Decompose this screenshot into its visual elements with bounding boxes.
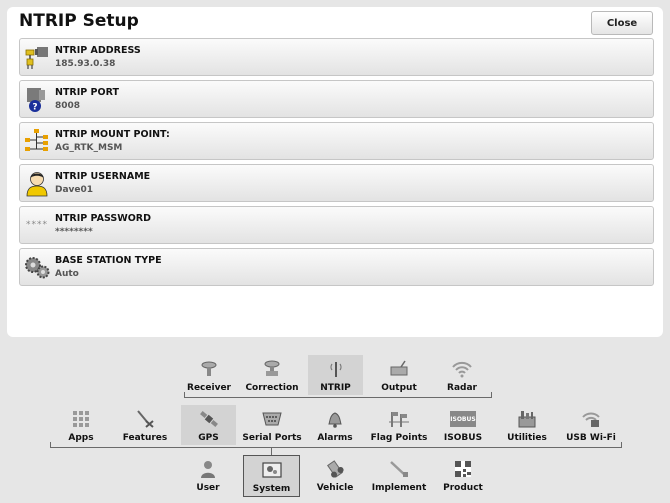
tab-label: ISOBUS [443, 433, 483, 443]
setting-value: Auto [55, 269, 79, 279]
tab-radar[interactable]: Radar [435, 355, 489, 395]
tab-product[interactable]: Product [440, 455, 486, 495]
tab-label: Features [122, 433, 168, 443]
receiver-icon [198, 358, 220, 380]
ntrip-port-row[interactable]: ? NTRIP PORT 8008 [19, 80, 654, 118]
setting-value: Dave01 [55, 185, 94, 195]
gps-submenu-bracket [184, 397, 492, 398]
tab-utilities[interactable]: Utilities [503, 405, 551, 445]
main-menu-bracket [50, 447, 622, 448]
tab-label: Utilities [507, 433, 547, 443]
tab-label: Serial Ports [242, 433, 302, 443]
tab-label: Vehicle [316, 483, 354, 493]
gears-icon [22, 252, 52, 282]
alarm-bell-icon [324, 408, 346, 430]
tab-label: System [252, 484, 291, 494]
setting-value: 8008 [55, 101, 81, 111]
features-tools-icon [134, 408, 156, 430]
setting-label: NTRIP PORT [55, 87, 119, 98]
bracket-end [50, 442, 51, 448]
settings-list: NTRIP ADDRESS 185.93.0.38 ? NTRIP PORT 8… [19, 38, 654, 290]
tab-vehicle[interactable]: Vehicle [312, 455, 358, 495]
tab-label: USB Wi-Fi [566, 433, 616, 443]
setting-label: BASE STATION TYPE [55, 255, 162, 266]
tab-flag-points[interactable]: Flag Points [370, 405, 428, 445]
tab-label: User [196, 483, 220, 493]
ntrip-antenna-icon [325, 358, 347, 380]
user-silhouette-icon [197, 458, 219, 480]
tab-apps[interactable]: Apps [58, 405, 104, 445]
system-settings-icon [261, 459, 283, 481]
setting-value: 185.93.0.38 [55, 59, 116, 69]
ntrip-username-row[interactable]: NTRIP USERNAME Dave01 [19, 164, 654, 202]
password-icon-text: **** [26, 220, 48, 230]
svg-text:?: ? [32, 103, 37, 113]
serial-port-icon [261, 408, 283, 430]
ntrip-mount-point-row[interactable]: NTRIP MOUNT POINT: AG_RTK_MSM [19, 122, 654, 160]
correction-icon [261, 358, 283, 380]
tab-usb-wifi[interactable]: USB Wi-Fi [564, 405, 618, 445]
setting-label: NTRIP PASSWORD [55, 213, 152, 224]
tab-label: Alarms [317, 433, 353, 443]
satellite-icon [198, 408, 220, 430]
tab-user[interactable]: User [186, 455, 230, 495]
base-station-type-row[interactable]: BASE STATION TYPE Auto [19, 248, 654, 286]
tab-system[interactable]: System [243, 455, 300, 497]
setting-label: NTRIP MOUNT POINT: [55, 129, 170, 140]
tab-label: Receiver [187, 383, 231, 393]
tab-label: NTRIP [320, 383, 351, 393]
connector-line [271, 448, 272, 455]
usb-wifi-icon [580, 408, 602, 430]
close-button[interactable]: Close [591, 11, 653, 35]
tab-output[interactable]: Output [372, 355, 426, 395]
product-qr-icon [452, 458, 474, 480]
bracket-end [621, 442, 622, 448]
tab-isobus[interactable]: ISOBUS ISOBUS [440, 405, 486, 445]
tab-label: Flag Points [370, 433, 428, 443]
apps-grid-icon [70, 408, 92, 430]
tab-label: Radar [447, 383, 477, 393]
implement-icon [388, 458, 410, 480]
tab-label: Correction [245, 383, 299, 393]
setting-label: NTRIP ADDRESS [55, 45, 141, 56]
tab-alarms[interactable]: Alarms [312, 405, 358, 445]
vehicle-icon [324, 458, 346, 480]
setting-label: NTRIP USERNAME [55, 171, 151, 182]
setting-value: AG_RTK_MSM [55, 143, 123, 153]
bracket-end [184, 392, 185, 398]
tab-label: Apps [68, 433, 94, 443]
tab-label: Output [381, 383, 417, 393]
utilities-icon [516, 408, 538, 430]
tab-features[interactable]: Features [118, 405, 172, 445]
tab-label: GPS [198, 433, 219, 443]
tab-ntrip[interactable]: NTRIP [308, 355, 363, 395]
network-plug-icon [22, 42, 52, 72]
radar-wifi-icon [451, 358, 473, 380]
tab-implement[interactable]: Implement [371, 455, 427, 495]
tab-gps[interactable]: GPS [181, 405, 236, 445]
page-title: NTRIP Setup [19, 11, 139, 31]
password-icon: **** [22, 210, 52, 240]
tab-correction[interactable]: Correction [244, 355, 300, 395]
tab-label: Implement [371, 483, 427, 493]
tab-serial-ports[interactable]: Serial Ports [242, 405, 302, 445]
bracket-end [491, 392, 492, 398]
ntrip-password-row[interactable]: **** NTRIP PASSWORD ******** [19, 206, 654, 244]
isobus-icon: ISOBUS [450, 408, 476, 430]
ntrip-address-row[interactable]: NTRIP ADDRESS 185.93.0.38 [19, 38, 654, 76]
flag-points-icon [388, 408, 410, 430]
user-icon [22, 168, 52, 198]
output-icon [388, 358, 410, 380]
tab-receiver[interactable]: Receiver [182, 355, 236, 395]
mount-point-tree-icon [22, 126, 52, 156]
port-help-icon: ? [22, 84, 52, 114]
isobus-icon-badge: ISOBUS [450, 411, 476, 427]
setting-value: ******** [55, 227, 93, 237]
tab-label: Product [443, 483, 483, 493]
